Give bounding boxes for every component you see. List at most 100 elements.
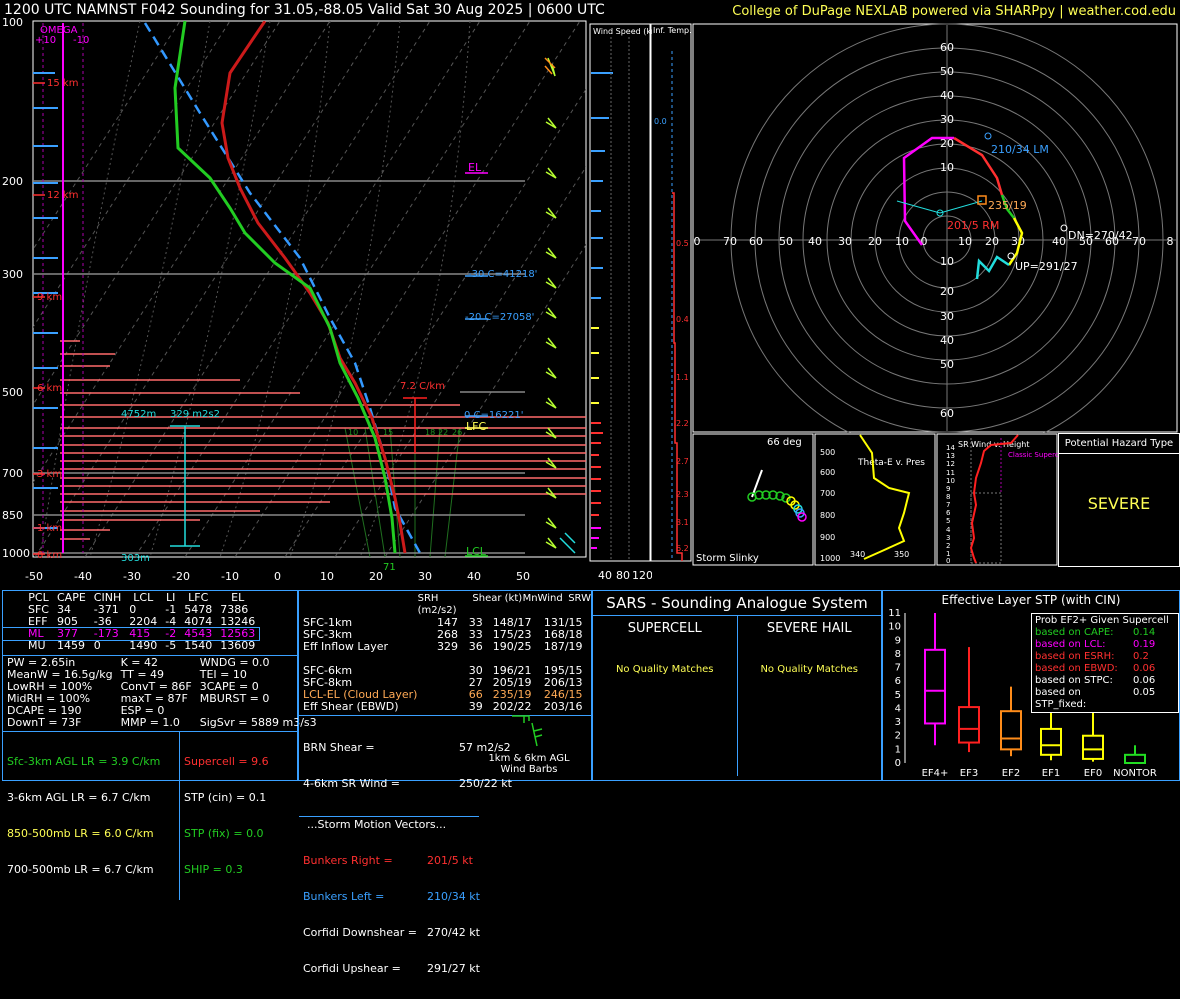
stp-panel: Effective Layer STP (with CIN) 11 10 9 8 7 6 5… [882, 590, 1180, 781]
svg-text:14: 14 [946, 444, 955, 452]
stp-box [1124, 753, 1146, 764]
svg-text:30: 30 [940, 113, 954, 126]
svg-text:8: 8 [946, 493, 950, 501]
svg-text:+10: +10 [35, 35, 56, 46]
kinematics-table: SFC-1km 147 33 148/17 131/15 SFC-3km 268 33 175… [303, 616, 583, 713]
composite-params: Supercell = 9.6 STP (cin) = 0.1 STP (fix… [179, 732, 269, 900]
svg-text:10: 10 [940, 161, 954, 174]
stp-y-tick: 8 [895, 649, 901, 660]
svg-text:3 km: 3 km [37, 469, 62, 480]
svg-text:20: 20 [868, 235, 882, 248]
svg-text:600: 600 [820, 468, 835, 477]
svg-text:0: 0 [274, 570, 281, 583]
svg-text:40: 40 [1052, 235, 1066, 248]
parcel-table: PCL CAPE CINH LCL LI LFC EL SFC 34 -371 0 -1… [1, 592, 261, 652]
svg-text:5: 5 [946, 517, 950, 525]
svg-text:0: 0 [946, 557, 950, 565]
svg-text:20: 20 [369, 570, 383, 583]
svg-text:60: 60 [749, 235, 763, 248]
credit-text: College of DuPage NEXLAB powered via SHA… [732, 4, 1176, 19]
svg-text:40: 40 [808, 235, 822, 248]
stp-y-tick: 9 [895, 635, 901, 646]
svg-text:10: 10 [348, 428, 358, 437]
page-title: 1200 UTC NAMNST F042 Sounding for 31.05,… [4, 2, 605, 18]
stp-box [924, 648, 946, 725]
stp-y-tick: 10 [888, 622, 901, 633]
svg-text:0 km: 0 km [37, 550, 62, 561]
svg-text:329 m2s2: 329 m2s2 [170, 409, 220, 420]
svg-text:18: 18 [425, 428, 435, 437]
svg-text:10: 10 [320, 570, 334, 583]
stp-y-tick: 7 [895, 663, 901, 674]
svg-text:3: 3 [946, 534, 950, 542]
svg-text:Inf. Temp. Adv.(C/hr): Inf. Temp. Adv.(C/hr) [653, 26, 692, 35]
svg-text:UP=291/27: UP=291/27 [1015, 260, 1078, 273]
svg-text:0.4: 0.4 [676, 315, 689, 324]
stp-x-label: NONTOR [1113, 768, 1157, 779]
svg-text:6.2: 6.2 [676, 544, 689, 553]
svg-text:40: 40 [598, 569, 612, 582]
svg-text:10: 10 [895, 235, 909, 248]
svg-text:15: 15 [383, 428, 393, 437]
svg-text:1.1: 1.1 [676, 373, 689, 382]
svg-text:20: 20 [940, 285, 954, 298]
svg-text:-40: -40 [74, 570, 92, 583]
svg-text:2: 2 [946, 542, 950, 550]
svg-text:7.2 C/km: 7.2 C/km [400, 381, 445, 392]
kinematics-panel: SRH (m2/s2) Shear (kt) MnWind SRW SFC-1k… [298, 590, 592, 975]
svg-text:3.1: 3.1 [676, 518, 689, 527]
wind-barbs [545, 57, 557, 549]
svg-text:350: 350 [894, 550, 909, 559]
svg-text:500: 500 [820, 448, 835, 457]
lcl-label: LCL [466, 545, 487, 558]
svg-text:2.7: 2.7 [676, 457, 689, 466]
svg-text:10: 10 [958, 235, 972, 248]
indices-panel: PCL CAPE CINH LCL LI LFC EL SFC 34 -371 0 -1… [1, 590, 317, 900]
svg-text:2.3: 2.3 [676, 490, 689, 499]
theta-e-panel: Theta-E v. Pres 500 600 700 800 900 1000 34… [814, 433, 936, 566]
stp-x-label: EF4+ [922, 768, 949, 779]
hodograph: 60 50 40 30 20 10 10 20 30 40 50 60 0 70 60 50 4… [692, 23, 1178, 433]
svg-text:DN=270/42: DN=270/42 [1068, 229, 1133, 242]
svg-text:50: 50 [779, 235, 793, 248]
stp-y-tick: 5 [895, 690, 901, 701]
height-label: 15 km [47, 78, 78, 89]
svg-text:10: 10 [946, 477, 955, 485]
stp-box [1040, 727, 1062, 756]
svg-text:303m: 303m [121, 553, 150, 564]
hodo-lm-label: 210/34 LM [991, 143, 1049, 156]
stp-legend: Prob EF2+ Given Supercell based on CAPE:… [1031, 613, 1179, 713]
storm-slinky-panel: 66 deg Storm Slinky [692, 433, 814, 566]
svg-text:Classic Supercell: Classic Supercell [1008, 451, 1058, 459]
misc-table: PW = 2.65in K = 42 WNDG = 0.0 MeanW = 16.5… [7, 656, 317, 729]
wind-speed-panel: Wind Speed (knots) 40 80 120 [589, 23, 652, 582]
svg-text:50: 50 [940, 65, 954, 78]
stp-y-tick: 1 [895, 744, 901, 755]
stp-box [1082, 734, 1104, 760]
svg-text:40: 40 [940, 89, 954, 102]
svg-text:-10: -10 [221, 570, 239, 583]
svg-text:-30 C=41218': -30 C=41218' [468, 269, 537, 280]
svg-text:500: 500 [2, 386, 23, 399]
svg-text:30: 30 [838, 235, 852, 248]
svg-text:120: 120 [632, 569, 652, 582]
dry-adiabats [39, 21, 471, 557]
stp-y-tick: 2 [895, 731, 901, 742]
svg-text:200: 200 [2, 175, 23, 188]
svg-text:50: 50 [516, 570, 530, 583]
svg-text:-20 C=27058': -20 C=27058' [465, 312, 534, 323]
svg-text:12: 12 [946, 460, 955, 468]
svg-text:-10: -10 [73, 35, 89, 46]
svg-text:1000: 1000 [820, 554, 840, 563]
svg-text:340: 340 [850, 550, 865, 559]
svg-text:4: 4 [946, 526, 951, 534]
svg-text:8: 8 [1167, 235, 1174, 248]
svg-text:40: 40 [940, 334, 954, 347]
isotherms [33, 21, 586, 557]
svg-text:850: 850 [2, 509, 23, 522]
el-label: EL [468, 161, 482, 174]
inflow-bars [60, 340, 586, 540]
sr-wind-panel: SR Wind v. Height 1413 1211 109 87 65 43… [936, 433, 1058, 566]
svg-text:-50: -50 [25, 570, 43, 583]
pressure-label: 100 [2, 18, 23, 29]
